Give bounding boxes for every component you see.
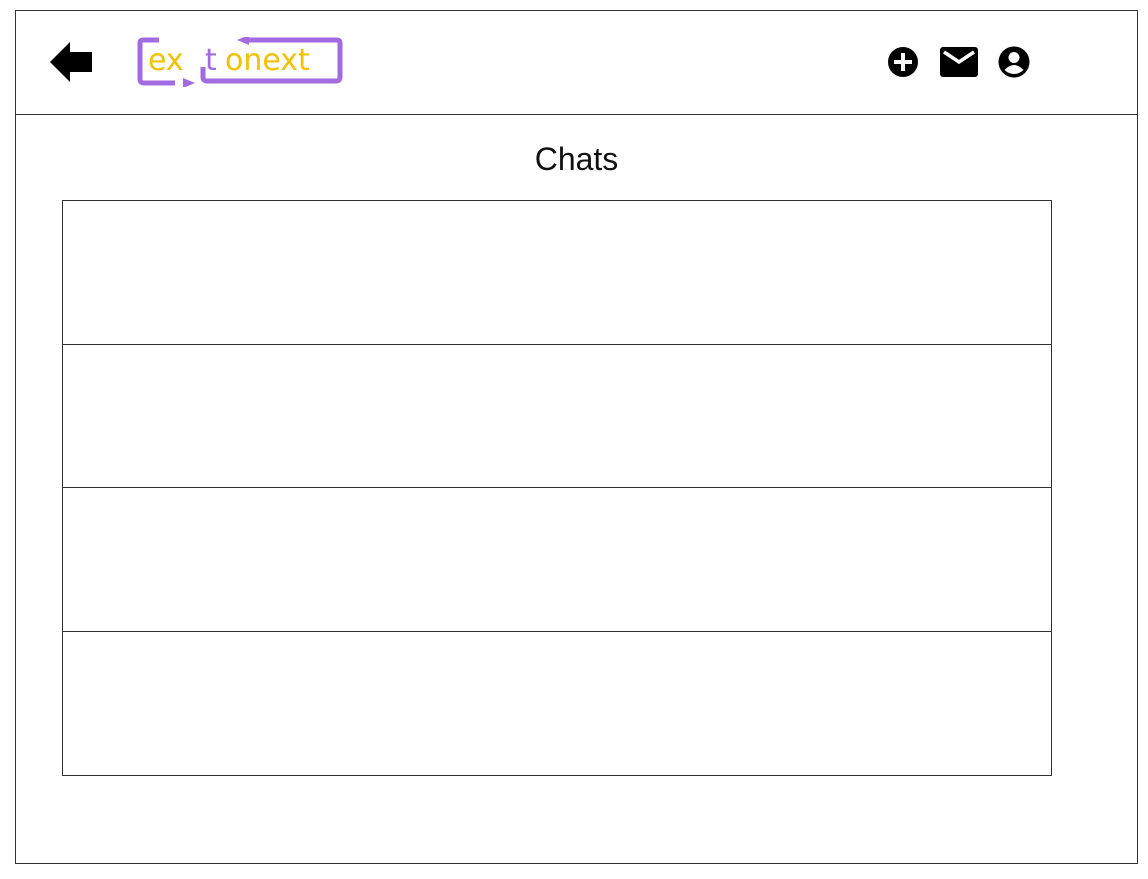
account-circle-icon[interactable]	[997, 45, 1031, 79]
header-actions	[886, 45, 1031, 79]
page-title: Chats	[534, 141, 619, 177]
logo-text-onext: onext	[225, 43, 310, 78]
app-frame: ex t onext Chats	[15, 10, 1138, 864]
header-bar: ex t onext	[16, 11, 1137, 115]
extonext-logo[interactable]: ex t onext	[137, 37, 343, 87]
back-arrow-icon[interactable]	[50, 42, 94, 82]
logo-text-ex: ex	[148, 43, 184, 78]
logo-text-t: t	[205, 43, 217, 78]
mail-icon[interactable]	[939, 45, 979, 79]
chat-list	[62, 200, 1052, 776]
plus-circle-icon[interactable]	[886, 45, 920, 79]
chat-list-item[interactable]	[63, 345, 1051, 488]
chat-list-item[interactable]	[63, 632, 1051, 776]
chat-list-item[interactable]	[63, 488, 1051, 632]
chat-list-item[interactable]	[63, 201, 1051, 345]
